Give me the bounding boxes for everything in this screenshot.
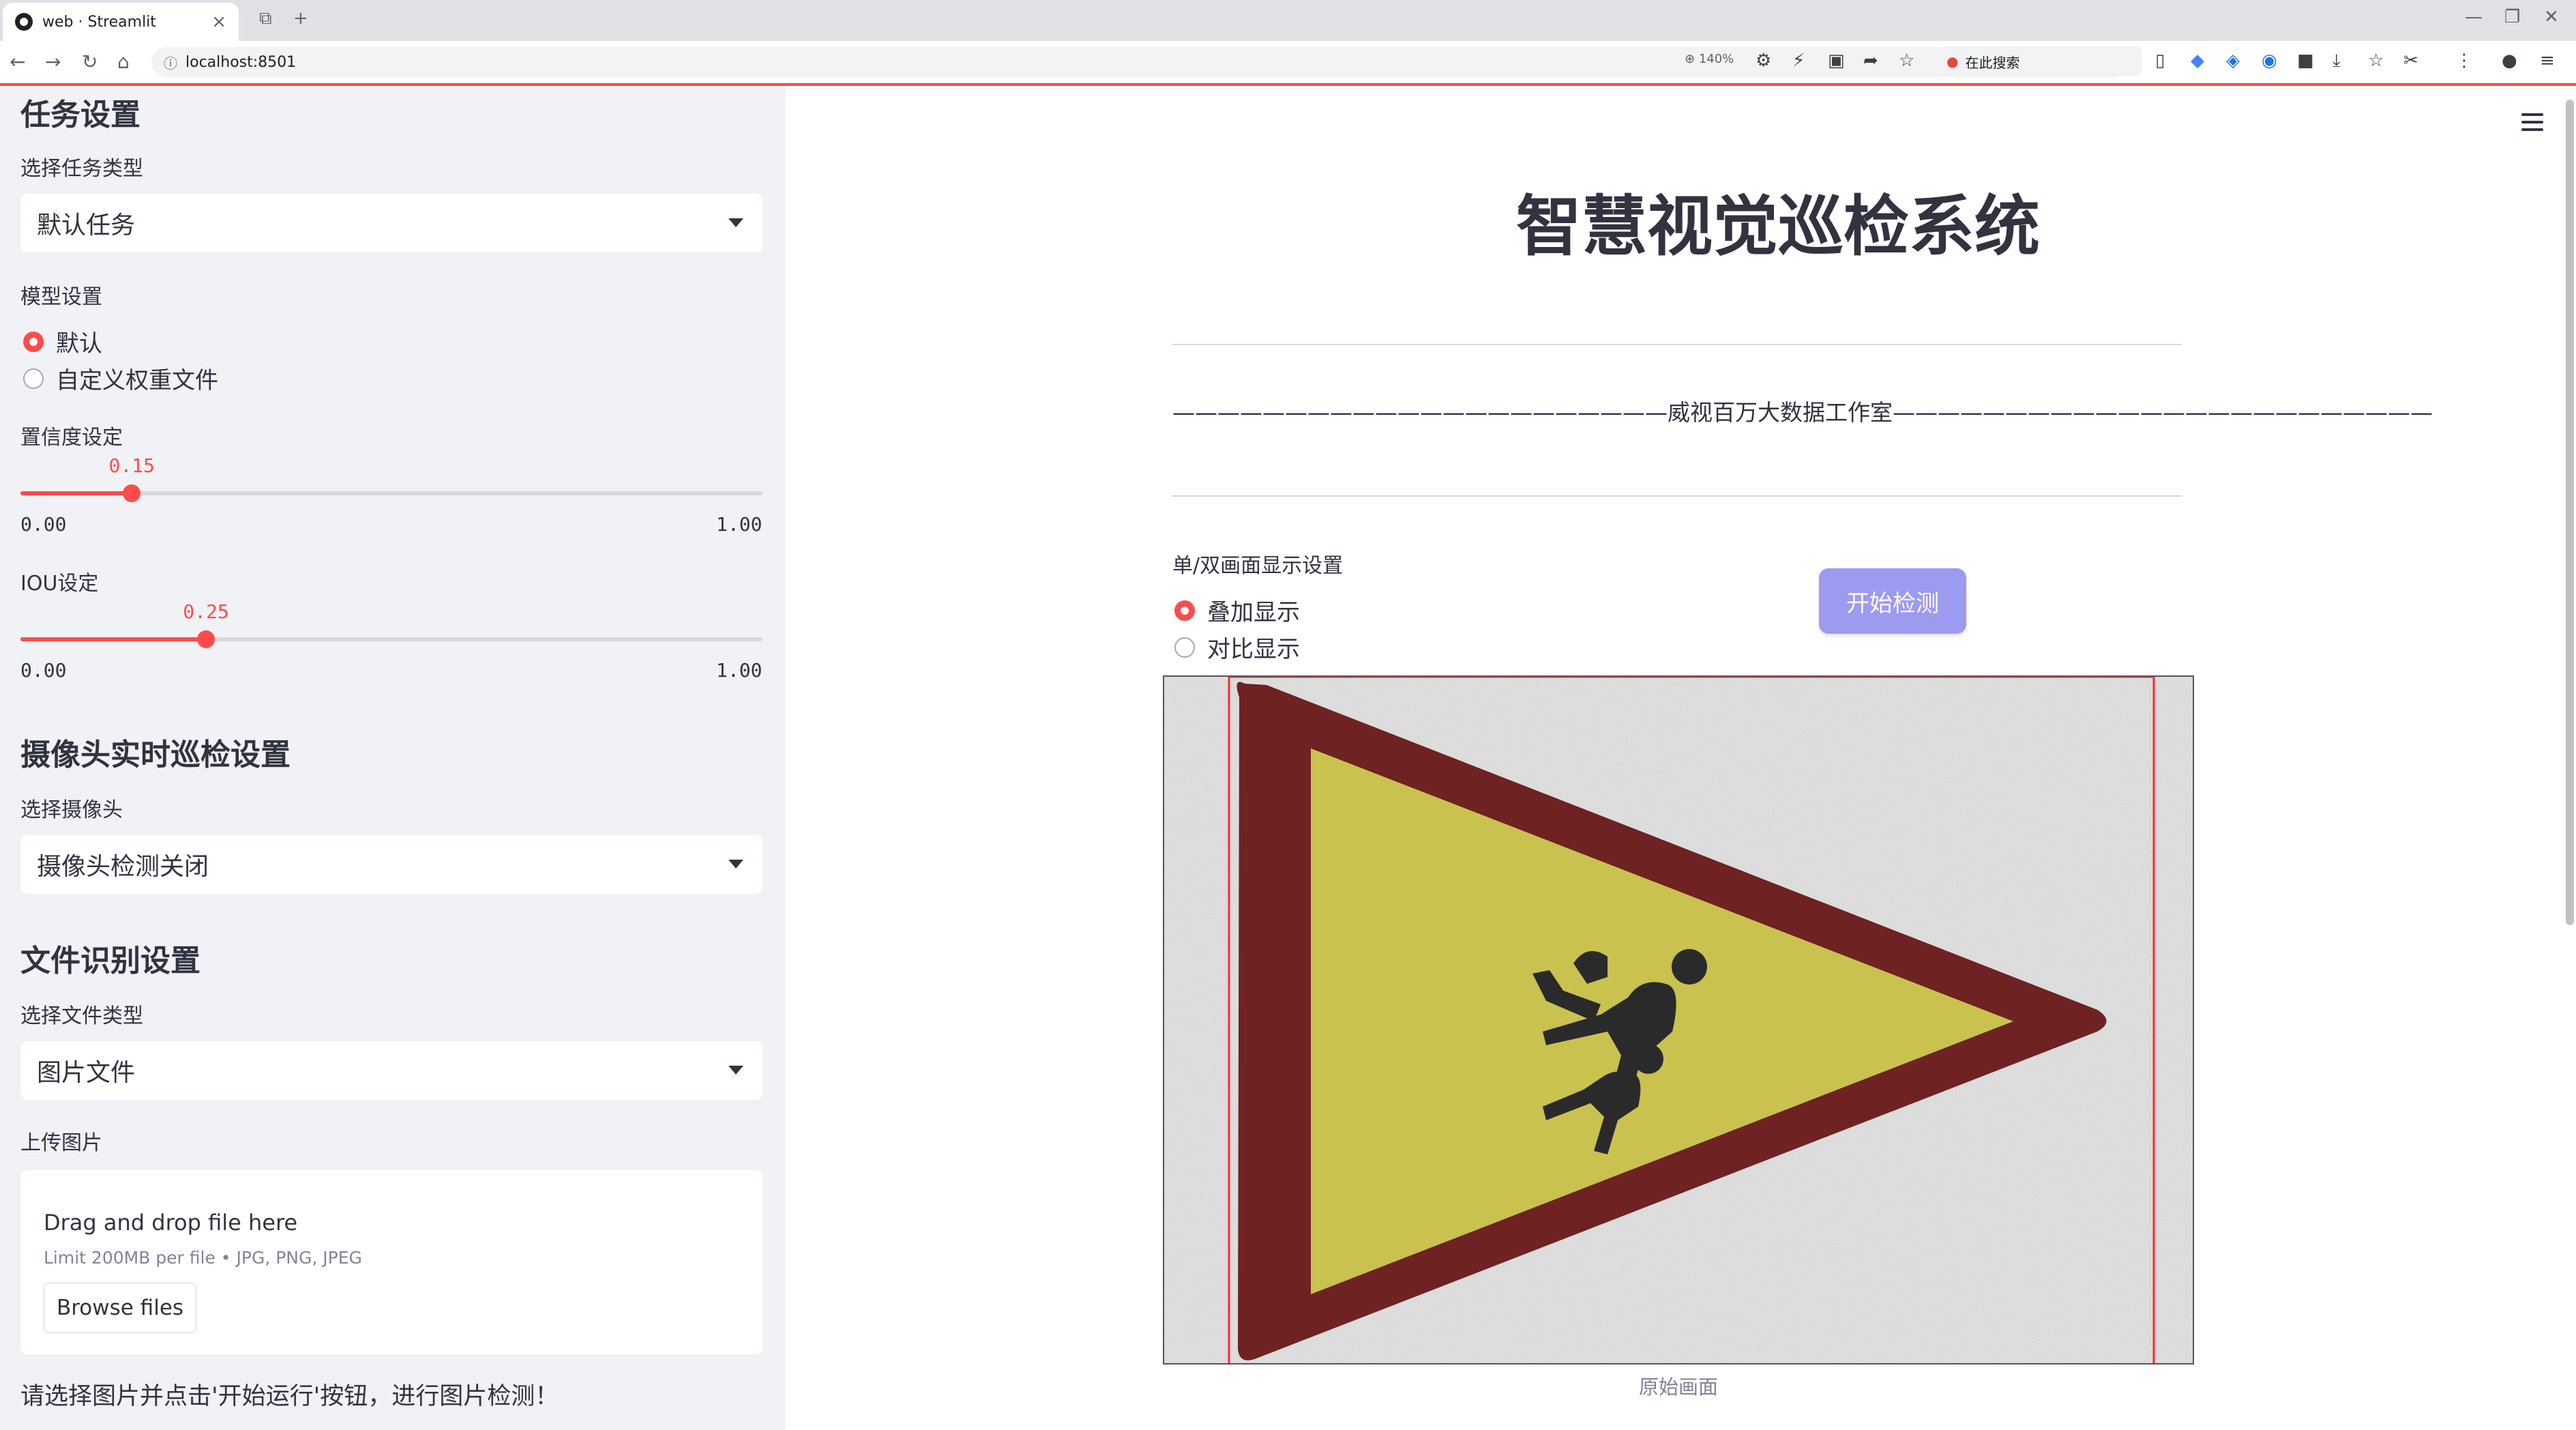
divider xyxy=(1172,344,2182,345)
iou-slider[interactable] xyxy=(20,630,763,648)
radio-selected-icon xyxy=(23,331,44,352)
iou-label: IOU设定 xyxy=(20,572,99,596)
translate-icon[interactable]: ⚙ xyxy=(1756,50,1771,71)
favorites-icon[interactable]: ☆ xyxy=(2368,50,2384,71)
reload-icon[interactable]: ↻ xyxy=(82,50,98,73)
slider-fill xyxy=(20,637,206,641)
minimize-icon[interactable]: — xyxy=(2465,7,2483,27)
file-type-value: 图片文件 xyxy=(37,1059,136,1087)
bookmark-star-icon[interactable]: ☆ xyxy=(1899,50,1914,71)
search-engine-icon: ● xyxy=(1946,53,1959,70)
divider xyxy=(1172,495,2182,497)
chevron-down-icon xyxy=(728,218,743,227)
radio-unselected-icon xyxy=(23,368,44,389)
radio-unselected-icon xyxy=(1174,637,1195,658)
camera-label: 选择摄像头 xyxy=(20,798,123,822)
display-option-label: 叠加显示 xyxy=(1207,599,1300,626)
search-label: 在此搜索 xyxy=(1965,54,2020,71)
site-info-icon[interactable]: ⓘ xyxy=(164,53,177,72)
download-icon[interactable]: ⤓ xyxy=(2333,50,2341,72)
model-option-label: 默认 xyxy=(56,330,102,358)
new-tab-icon[interactable]: + xyxy=(293,8,308,29)
restore-icon[interactable]: ❐ xyxy=(2504,7,2520,27)
extension-icon[interactable]: ◆ xyxy=(2191,50,2204,71)
task-type-label: 选择任务类型 xyxy=(20,157,143,181)
start-detection-button[interactable]: 开始检测 xyxy=(1819,568,1966,634)
forward-icon[interactable]: → xyxy=(45,50,61,73)
camera-value: 摄像头检测关闭 xyxy=(37,853,209,881)
extension-icon[interactable]: ◉ xyxy=(2262,50,2277,71)
image-caption: 原始画面 xyxy=(1638,1375,1718,1399)
extension-icon[interactable]: ◈ xyxy=(2226,50,2240,71)
subtitle: ——————————————————————威视百万大数据工作室————————… xyxy=(1172,399,2433,426)
tab-groups-icon[interactable]: ⧉ xyxy=(259,8,272,29)
model-radio-default[interactable]: 默认 xyxy=(23,325,102,358)
iou-min: 0.00 xyxy=(20,659,67,682)
camera-section-title: 摄像头实时巡检设置 xyxy=(20,738,291,772)
page-title: 智慧视觉巡检系统 xyxy=(1516,188,2040,265)
slider-thumb[interactable] xyxy=(197,630,215,648)
radio-selected-icon xyxy=(1174,600,1195,621)
confidence-slider[interactable] xyxy=(20,484,763,502)
tab-close-icon[interactable]: × xyxy=(211,12,226,32)
lightning-icon[interactable]: ⚡ xyxy=(1792,50,1805,71)
task-section-title: 任务设置 xyxy=(20,98,140,132)
more-menu-icon[interactable]: ⋮ xyxy=(2455,50,2473,71)
confidence-max: 1.00 xyxy=(716,513,763,536)
task-type-value: 默认任务 xyxy=(37,211,136,239)
upload-label: 上传图片 xyxy=(20,1131,102,1155)
window-close-icon[interactable]: ✕ xyxy=(2544,7,2559,27)
chevron-down-icon xyxy=(728,1066,743,1075)
home-icon[interactable]: ⌂ xyxy=(117,50,130,73)
file-section-title: 文件识别设置 xyxy=(20,944,201,978)
main-content: 智慧视觉巡检系统 ——————————————————————威视百万大数据工作… xyxy=(786,83,2576,1430)
instruction-note: 请选择图片并点击'开始运行'按钮，进行图片检测！ xyxy=(20,1383,559,1410)
browse-files-button[interactable]: Browse files xyxy=(44,1283,196,1333)
address-bar: ← → ↻ ⌂ ⓘ localhost:8501 ⊕ 140% ⚙ ⚡ ▣ ➦ … xyxy=(0,41,2576,83)
browser-tab-bar: web · Streamlit × ⧉ + — ❐ ✕ xyxy=(0,0,2576,41)
drag-drop-text: Drag and drop file here xyxy=(44,1210,298,1236)
file-uploader-dropzone[interactable]: Drag and drop file here Limit 200MB per … xyxy=(20,1170,763,1354)
display-radio-overlay[interactable]: 叠加显示 xyxy=(1174,594,1300,627)
streamlit-favicon-icon xyxy=(15,13,33,31)
cut-icon[interactable]: ✂ xyxy=(2403,50,2418,71)
iou-value: 0.25 xyxy=(183,600,229,623)
detection-image xyxy=(1163,675,2194,1365)
tab-title: web · Streamlit xyxy=(42,13,156,31)
display-mode-label: 单/双画面显示设置 xyxy=(1172,554,1344,578)
iou-max: 1.00 xyxy=(716,659,763,682)
sidebar: 任务设置 选择任务类型 默认任务 模型设置 默认 自定义权重文件 置信度设定 0… xyxy=(0,83,786,1430)
screenshot-icon[interactable]: ▣ xyxy=(1828,50,1845,71)
file-type-label: 选择文件类型 xyxy=(20,1004,143,1028)
profile-avatar-icon[interactable]: ● xyxy=(2502,50,2517,71)
extension-icon[interactable]: ■ xyxy=(2297,50,2314,71)
back-icon[interactable]: ← xyxy=(10,50,25,73)
confidence-value: 0.15 xyxy=(108,454,155,477)
hamburger-menu-icon[interactable] xyxy=(2521,113,2543,136)
browser-tab[interactable]: web · Streamlit × xyxy=(3,3,239,41)
zoom-level: 140% xyxy=(1698,52,1734,66)
share-icon[interactable]: ➦ xyxy=(1863,50,1878,71)
confidence-min: 0.00 xyxy=(20,513,67,536)
file-type-select[interactable]: 图片文件 xyxy=(20,1041,763,1100)
upload-limit-text: Limit 200MB per file • JPG, PNG, JPEG xyxy=(44,1248,362,1268)
warning-sign-image xyxy=(1164,677,2193,1363)
url-text: localhost:8501 xyxy=(186,53,297,71)
model-radio-custom[interactable]: 自定义权重文件 xyxy=(23,362,218,395)
camera-select[interactable]: 摄像头检测关闭 xyxy=(20,835,763,894)
slider-fill xyxy=(20,491,132,495)
display-option-label: 对比显示 xyxy=(1207,636,1300,663)
model-option-label: 自定义权重文件 xyxy=(56,367,218,394)
mobile-icon[interactable]: ▯ xyxy=(2155,50,2165,71)
confidence-label: 置信度设定 xyxy=(20,426,123,450)
display-radio-compare[interactable]: 对比显示 xyxy=(1174,630,1300,664)
scrollbar[interactable] xyxy=(2566,100,2574,925)
browser-menu-icon[interactable]: ≡ xyxy=(2540,50,2555,71)
search-box[interactable]: ● 在此搜索 xyxy=(1937,46,2142,76)
model-section-label: 模型设置 xyxy=(20,285,102,309)
task-type-select[interactable]: 默认任务 xyxy=(20,194,763,252)
chevron-down-icon xyxy=(728,860,743,869)
zoom-indicator[interactable]: ⊕ 140% xyxy=(1685,52,1734,66)
slider-thumb[interactable] xyxy=(123,484,141,502)
